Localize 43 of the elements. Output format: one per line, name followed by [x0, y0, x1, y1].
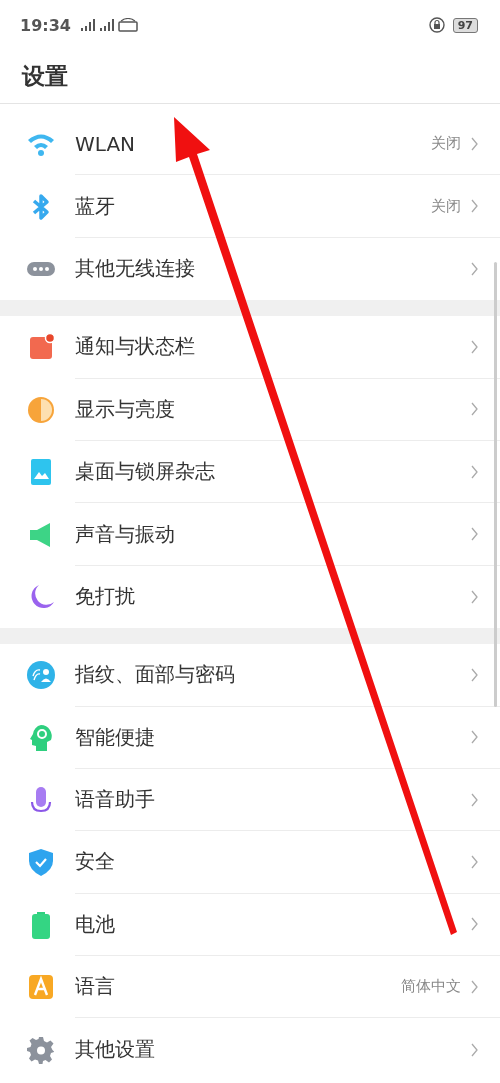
status-time: 19:34: [20, 15, 71, 35]
chevron-icon[interactable]: [471, 1042, 478, 1057]
shield-icon: [26, 847, 56, 878]
chevron-icon[interactable]: [471, 855, 478, 869]
setting-value: 关闭: [431, 134, 461, 154]
setting-label[interactable]: 显示与亮度: [75, 395, 461, 423]
chevron-icon[interactable]: [471, 464, 478, 479]
lock-icon: [428, 17, 445, 33]
chevron-icon[interactable]: [471, 589, 478, 604]
setting-label[interactable]: 桌面与锁屏杂志: [75, 458, 461, 486]
setting-value: 关闭: [431, 196, 461, 216]
page-title: 设置: [22, 62, 68, 91]
signal-icon: [78, 18, 139, 32]
setting-label[interactable]: 免打扰: [75, 583, 461, 611]
chevron-icon[interactable]: [471, 136, 478, 151]
chevron-icon[interactable]: [471, 527, 478, 542]
setting-label[interactable]: WLAN: [75, 131, 421, 156]
chevron-icon[interactable]: [471, 730, 478, 745]
half-circle-icon: [26, 394, 56, 425]
battery-level: 97: [452, 17, 478, 33]
chevron-icon[interactable]: [471, 339, 478, 354]
setting-label[interactable]: 语音助手: [75, 786, 461, 814]
chevron-icon[interactable]: [471, 261, 478, 276]
chevron-icon[interactable]: [471, 979, 478, 994]
setting-label[interactable]: 其他设置: [75, 1036, 461, 1064]
setting-value: 简体中文: [401, 977, 461, 997]
setting-label[interactable]: 安全: [75, 848, 461, 876]
setting-label[interactable]: 电池: [75, 910, 461, 938]
chevron-icon[interactable]: [471, 667, 478, 682]
setting-label[interactable]: 通知与状态栏: [75, 333, 461, 361]
chevron-icon[interactable]: [471, 402, 478, 417]
setting-label[interactable]: 智能便捷: [75, 723, 461, 751]
setting-label[interactable]: 指纹、面部与密码: [75, 661, 461, 689]
setting-label[interactable]: 语言: [75, 973, 391, 1001]
setting-label[interactable]: 声音与振动: [75, 520, 461, 548]
setting-label[interactable]: 其他无线连接: [75, 255, 461, 283]
fingerprint-icon: [26, 660, 56, 691]
setting-label[interactable]: 蓝牙: [75, 192, 421, 220]
chevron-icon[interactable]: [471, 199, 478, 214]
chevron-icon[interactable]: [471, 792, 478, 807]
settings-icon: [26, 1034, 56, 1065]
scrollbar[interactable]: [494, 262, 497, 707]
chevron-icon[interactable]: [471, 917, 478, 932]
